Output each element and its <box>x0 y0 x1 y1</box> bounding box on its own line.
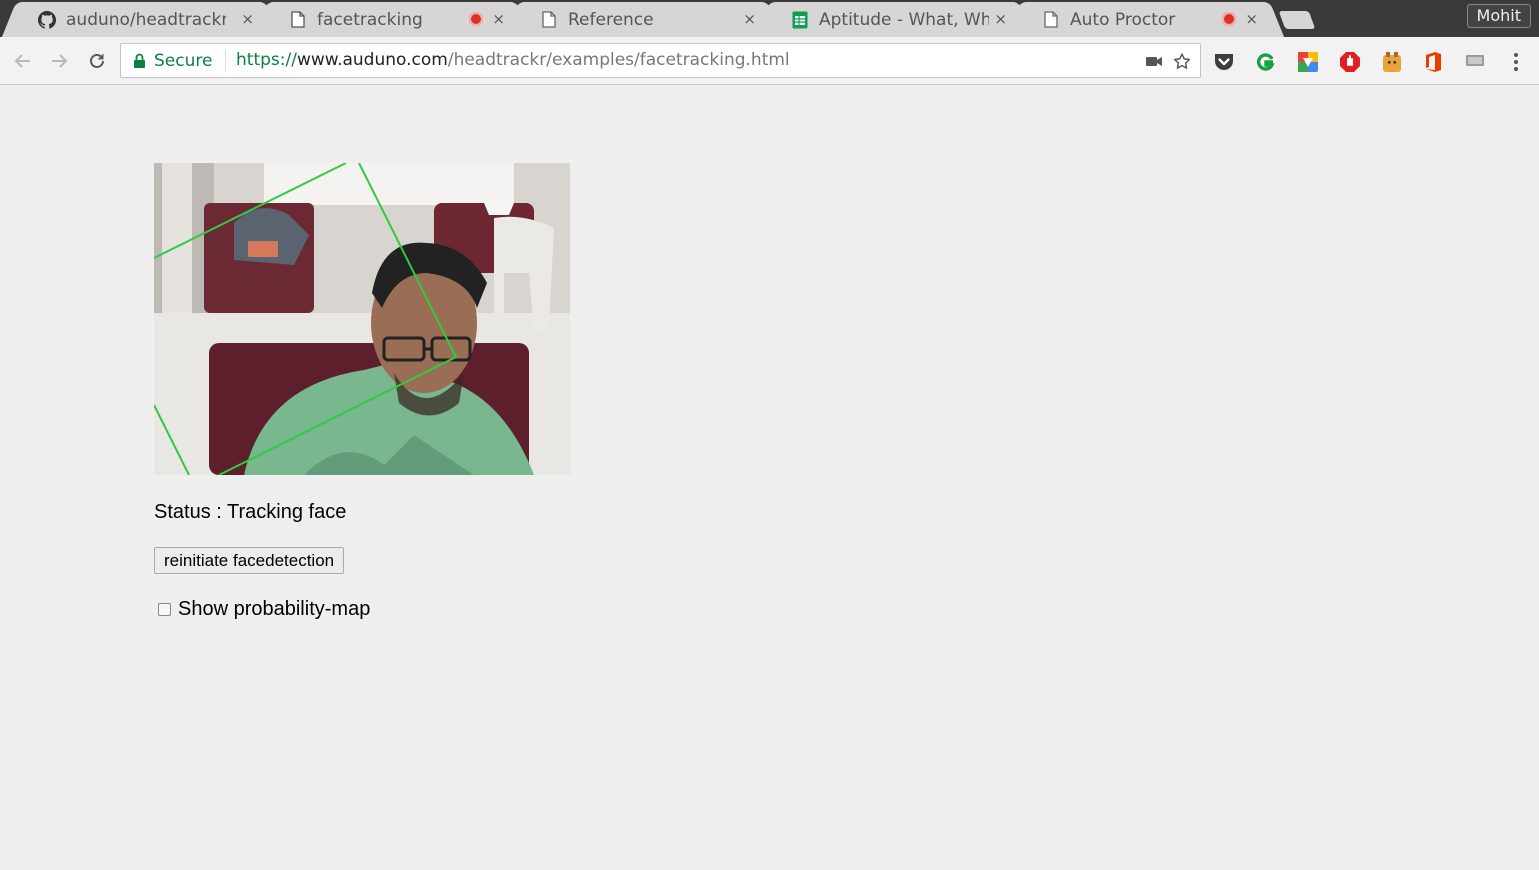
grammarly-icon[interactable] <box>1255 52 1277 72</box>
bookmark-star-icon[interactable] <box>1173 52 1191 70</box>
extension-face-icon[interactable] <box>1381 52 1403 72</box>
reload-icon <box>90 54 104 68</box>
tab-auto-proctor[interactable]: Auto Proctor × <box>1020 2 1270 37</box>
webcam-frame <box>154 163 570 475</box>
camera-icon[interactable] <box>1145 52 1163 70</box>
page-icon <box>289 11 307 29</box>
probability-map-option[interactable]: Show probability-map <box>158 598 370 621</box>
tracking-status: Status : Tracking face <box>154 501 347 523</box>
tab-github[interactable]: auduno/headtrackr: J × <box>16 2 266 37</box>
url-host: www.auduno.com <box>296 50 448 70</box>
github-icon <box>38 10 56 29</box>
probability-map-checkbox[interactable] <box>158 603 171 616</box>
security-label: Secure <box>154 50 213 71</box>
recording-indicator-icon <box>469 12 483 26</box>
back-button[interactable] <box>12 50 34 72</box>
tab-title: facetracking <box>317 9 423 30</box>
tab-reference[interactable]: Reference × <box>518 2 768 37</box>
reload-button[interactable] <box>86 50 108 72</box>
tab-title: Aptitude - What, Why <box>819 9 989 30</box>
arrow-right-icon <box>52 54 68 68</box>
tab-title: auduno/headtrackr: J <box>66 9 226 30</box>
close-tab-icon[interactable]: × <box>994 10 1007 28</box>
webcam-video-canvas <box>154 163 570 475</box>
url-path: /headtrackr/examples/facetracking.html <box>447 50 790 70</box>
tab-title: Auto Proctor <box>1070 9 1176 30</box>
more-menu-icon[interactable] <box>1505 52 1527 72</box>
reinitiate-facedetection-button[interactable]: reinitiate facedetection <box>154 547 345 574</box>
sheets-icon <box>791 11 809 29</box>
url-text[interactable]: https://www.auduno.com/headtrackr/exampl… <box>236 44 790 77</box>
drive-icon[interactable] <box>1297 52 1319 72</box>
forward-button[interactable] <box>48 50 70 72</box>
page-icon <box>1042 11 1060 29</box>
adblock-icon[interactable] <box>1339 52 1361 72</box>
pocket-icon[interactable] <box>1213 52 1235 72</box>
profile-button[interactable]: Mohit <box>1466 4 1531 28</box>
tab-aptitude[interactable]: Aptitude - What, Why × <box>769 2 1019 37</box>
arrow-left-icon <box>14 54 30 68</box>
lock-icon <box>134 53 145 68</box>
url-scheme: https:// <box>236 50 297 70</box>
tab-facetracking[interactable]: facetracking × <box>267 2 517 37</box>
new-tab-button[interactable] <box>1278 11 1316 29</box>
probability-map-label[interactable]: Show probability-map <box>178 598 370 621</box>
close-tab-icon[interactable]: × <box>492 10 505 28</box>
cast-icon[interactable] <box>1464 52 1486 72</box>
tab-title: Reference <box>568 9 654 30</box>
close-tab-icon[interactable]: × <box>743 10 756 28</box>
browser-toolbar: Secure https://www.auduno.com/headtrackr… <box>0 37 1539 85</box>
recording-indicator-icon <box>1222 12 1236 26</box>
omnibox-separator <box>225 50 226 71</box>
tab-strip: auduno/headtrackr: J × facetracking × Re… <box>0 0 1539 37</box>
address-bar[interactable]: Secure https://www.auduno.com/headtrackr… <box>120 43 1201 78</box>
page-icon <box>540 11 558 29</box>
office-icon[interactable] <box>1422 52 1444 72</box>
close-tab-icon[interactable]: × <box>1245 10 1258 28</box>
close-tab-icon[interactable]: × <box>241 10 254 28</box>
security-chip[interactable]: Secure <box>133 44 212 77</box>
